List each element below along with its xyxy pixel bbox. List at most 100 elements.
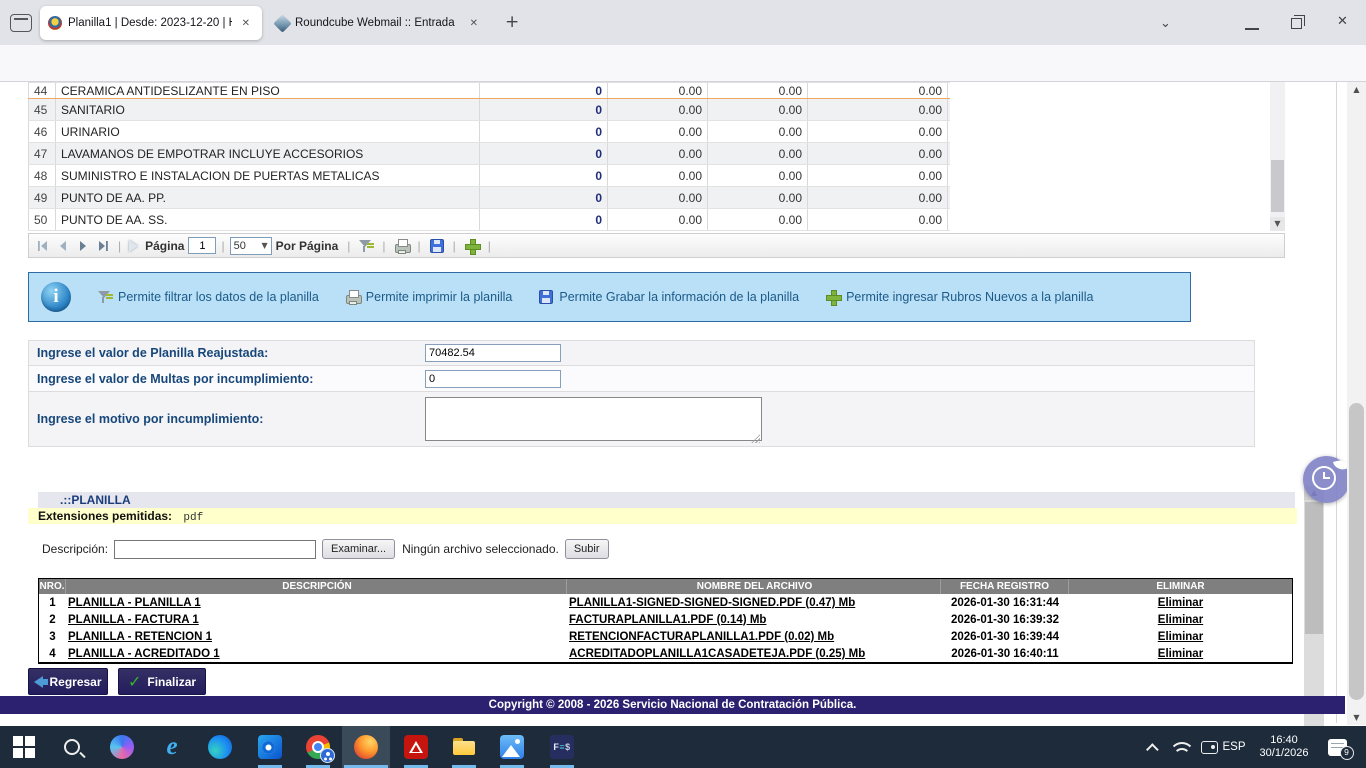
tab-list-chevron-icon[interactable]: ⌄ (1160, 16, 1171, 31)
taskbar-search-button[interactable] (48, 726, 96, 768)
reajustada-input[interactable] (425, 344, 561, 362)
page-number-input[interactable] (188, 237, 216, 254)
table-row[interactable]: 45 SANITARIO 0 0.00 0.00 0.00 (28, 99, 950, 121)
row-quantity[interactable]: 0 (480, 121, 608, 142)
print-icon[interactable] (394, 238, 410, 254)
table-row[interactable]: 46 URINARIO 0 0.00 0.00 0.00 (28, 121, 950, 143)
file-description-link[interactable]: PLANILLA - FACTURA 1 (68, 614, 199, 626)
firefox-view-icon[interactable] (10, 14, 32, 32)
info-banner: i Permite filtrar los datos de la planil… (28, 272, 1191, 322)
table-row[interactable]: 47 LAVAMANOS DE EMPOTRAR INCLUYE ACCESOR… (28, 143, 950, 165)
motivo-label: Ingrese el motivo por incumplimiento: (29, 392, 425, 426)
scroll-down-icon[interactable]: ▼ (1270, 217, 1285, 231)
row-value: 0.00 (708, 209, 808, 230)
taskbar-fes-button[interactable]: F≡$ (538, 726, 586, 768)
new-tab-button[interactable]: + (505, 12, 519, 32)
window-close-button[interactable]: ✕ (1337, 14, 1348, 29)
upload-button[interactable]: Subir (565, 539, 609, 559)
motivo-textarea[interactable] (425, 397, 762, 441)
file-description-link[interactable]: PLANILLA - RETENCION 1 (68, 631, 212, 643)
file-description-link[interactable]: PLANILLA - PLANILLA 1 (68, 597, 201, 609)
window-minimize-button[interactable] (1245, 28, 1259, 30)
taskbar-file-explorer-button[interactable] (440, 726, 488, 768)
go-to-page-icon[interactable] (129, 240, 138, 252)
tray-time: 16:40 (1270, 734, 1298, 747)
file-name-link[interactable]: ACREDITADOPLANILLA1CASADETEJA.PDF (0.25)… (569, 648, 865, 660)
next-page-icon[interactable] (76, 239, 90, 253)
scrollbar-thumb[interactable] (1349, 403, 1364, 700)
start-button[interactable] (0, 726, 48, 768)
delete-file-link[interactable]: Eliminar (1158, 648, 1203, 660)
row-value: 0.00 (708, 187, 808, 208)
scroll-up-icon[interactable]: ▲ (1347, 82, 1366, 97)
table-row[interactable]: 44 CERAMICA ANTIDESLIZANTE EN PISO 0 0.0… (28, 82, 950, 99)
taskbar-outlook-button[interactable] (246, 726, 294, 768)
row-value: 0.00 (608, 99, 708, 120)
tab-close-icon[interactable]: ✕ (466, 16, 482, 31)
row-quantity[interactable]: 0 (480, 83, 608, 98)
first-page-icon[interactable] (36, 239, 50, 253)
tab-planilla[interactable]: Planilla1 | Desde: 2023-12-20 | H ✕ (40, 6, 262, 40)
taskbar-internet-explorer-button[interactable]: e (148, 726, 196, 768)
taskbar-chrome-button[interactable] (294, 726, 342, 768)
tray-network-button[interactable] (1168, 726, 1196, 768)
description-input[interactable] (114, 540, 316, 559)
file-name-link[interactable]: FACTURAPLANILLA1.PDF (0.14) Mb (569, 614, 766, 626)
banner-item: Permite Grabar la información de la plan… (538, 289, 799, 305)
browser-scrollbar[interactable]: ▲ ▼ (1347, 82, 1366, 725)
taskbar-edge-button[interactable] (196, 726, 244, 768)
window-restore-button[interactable] (1291, 18, 1302, 29)
scrollbar-thumb[interactable] (1305, 502, 1323, 634)
delete-file-link[interactable]: Eliminar (1158, 597, 1203, 609)
row-value: 0.00 (708, 165, 808, 186)
scroll-down-icon[interactable]: ▼ (1347, 710, 1366, 725)
add-row-icon[interactable] (464, 238, 480, 254)
per-page-label: Por Página (276, 239, 339, 253)
tab-close-icon[interactable]: ✕ (238, 16, 254, 31)
table-row[interactable]: 49 PUNTO DE AA. PP. 0 0.00 0.00 0.00 (28, 187, 950, 209)
taskbar-photos-button[interactable] (488, 726, 536, 768)
roundcube-favicon-icon (273, 14, 291, 32)
file-name-link[interactable]: PLANILLA1-SIGNED-SIGNED-SIGNED.PDF (0.47… (569, 597, 855, 609)
row-quantity[interactable]: 0 (480, 165, 608, 186)
save-icon (538, 289, 554, 305)
tab-roundcube[interactable]: Roundcube Webmail :: Entrada ✕ (268, 6, 490, 40)
finish-button[interactable]: ✓ Finalizar (118, 668, 206, 695)
table-row[interactable]: 48 SUMINISTRO E INSTALACION DE PUERTAS M… (28, 165, 950, 187)
scrollbar-thumb[interactable] (1271, 160, 1284, 212)
row-quantity[interactable]: 0 (480, 187, 608, 208)
last-page-icon[interactable] (96, 239, 110, 253)
row-quantity[interactable]: 0 (480, 99, 608, 120)
taskbar-copilot-button[interactable] (98, 726, 146, 768)
multas-input[interactable] (425, 370, 561, 388)
delete-file-link[interactable]: Eliminar (1158, 614, 1203, 626)
pagination-bar: | Página | 50 ▼ Por Página | | | | | (28, 233, 1285, 258)
row-description: LAVAMANOS DE EMPOTRAR INCLUYE ACCESORIOS (56, 143, 480, 164)
taskbar-firefox-button[interactable] (342, 726, 390, 768)
description-label: Descripción: (42, 542, 108, 556)
floating-clock-widget[interactable] (1303, 456, 1350, 503)
row-quantity[interactable]: 0 (480, 143, 608, 164)
extensions-label: Extensiones pemitidas: (38, 509, 172, 523)
per-page-select[interactable]: 50 ▼ (230, 237, 272, 255)
browse-button[interactable]: Examinar... (322, 539, 395, 559)
language-indicator[interactable]: ESP (1216, 726, 1252, 768)
tray-clock[interactable]: 16:40 30/1/2026 (1252, 726, 1316, 768)
file-name-link[interactable]: RETENCIONFACTURAPLANILLA1.PDF (0.02) Mb (569, 631, 834, 643)
grid-scrollbar[interactable]: ▼ (1270, 82, 1285, 231)
previous-page-icon[interactable] (56, 239, 70, 253)
row-description: SUMINISTRO E INSTALACION DE PUERTAS META… (56, 165, 480, 186)
filter-icon[interactable] (358, 238, 374, 254)
row-quantity[interactable]: 0 (480, 209, 608, 230)
tray-expand-button[interactable] (1140, 726, 1168, 768)
file-description-link[interactable]: PLANILLA - ACREDITADO 1 (68, 648, 220, 660)
table-row[interactable]: 50 PUNTO DE AA. SS. 0 0.00 0.00 0.00 (28, 209, 950, 231)
save-icon[interactable] (429, 238, 445, 254)
back-button[interactable]: Regresar (28, 668, 108, 695)
banner-item-label: Permite ingresar Rubros Nuevos a la plan… (846, 290, 1093, 304)
taskbar-acrobat-button[interactable] (392, 726, 440, 768)
notification-center-button[interactable]: 9 (1320, 726, 1354, 768)
delete-file-link[interactable]: Eliminar (1158, 631, 1203, 643)
multas-label: Ingrese el valor de Multas por incumplim… (29, 372, 425, 386)
resize-handle-icon[interactable] (751, 434, 760, 443)
